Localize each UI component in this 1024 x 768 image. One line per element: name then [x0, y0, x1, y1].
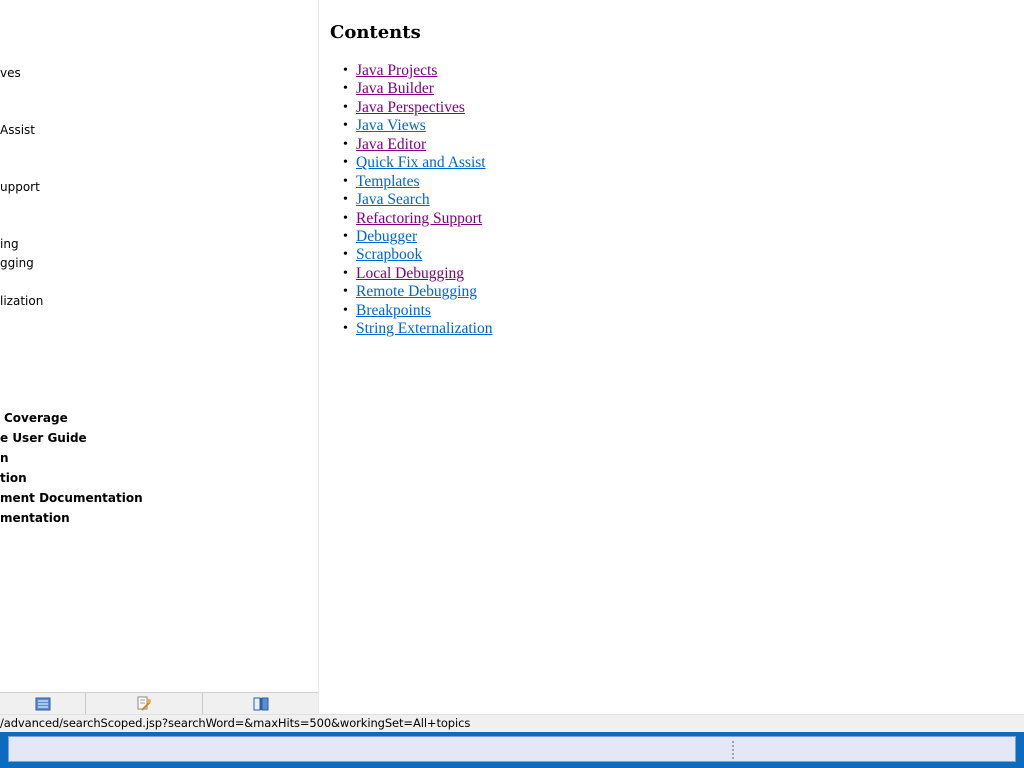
list-item: Breakpoints — [343, 302, 492, 321]
taskbar-grip-handle[interactable] — [732, 741, 734, 759]
contents-list: Java Projects Java Builder Java Perspect… — [343, 62, 492, 339]
topic-link[interactable]: Scrapbook — [356, 246, 422, 263]
list-item: Remote Debugging — [343, 283, 492, 302]
list-item: Java Search — [343, 191, 492, 210]
toc-book[interactable]: n — [0, 451, 9, 465]
toc-item[interactable]: Assist — [0, 123, 35, 137]
list-item: Java Projects — [343, 62, 492, 81]
toc-book[interactable]: ment Documentation — [0, 491, 143, 505]
topic-link[interactable]: Java Perspectives — [356, 99, 465, 116]
toc-item[interactable]: upport — [0, 180, 40, 194]
topic-link[interactable]: Breakpoints — [356, 302, 431, 319]
list-item: Java Views — [343, 117, 492, 136]
list-item: String Externalization — [343, 320, 492, 339]
page-title: Contents — [330, 22, 421, 43]
topic-link[interactable]: Debugger — [356, 228, 417, 245]
status-bar: /advanced/searchScoped.jsp?searchWord=&m… — [0, 714, 1024, 732]
list-item: Local Debugging — [343, 265, 492, 284]
status-url-text: /advanced/searchScoped.jsp?searchWord=&m… — [0, 716, 471, 730]
toc-toolbar — [0, 692, 318, 714]
topic-link[interactable]: Quick Fix and Assist — [356, 154, 486, 171]
content-pane: Contents Java Projects Java Builder Java… — [320, 0, 1024, 714]
topic-link[interactable]: Java Projects — [356, 62, 437, 79]
topic-link[interactable]: String Externalization — [356, 320, 492, 337]
list-item: Quick Fix and Assist — [343, 154, 492, 173]
toc-item[interactable]: ing — [0, 237, 19, 251]
list-item: Refactoring Support — [343, 210, 492, 229]
toc-item[interactable]: ves — [0, 66, 21, 80]
topic-link[interactable]: Java Search — [356, 191, 430, 208]
list-item: Scrapbook — [343, 246, 492, 265]
bookmarks-icon — [253, 697, 269, 710]
topic-link[interactable]: Remote Debugging — [356, 283, 477, 300]
search-results-tab-button[interactable] — [86, 693, 203, 714]
toc-item[interactable]: lization — [0, 294, 43, 308]
list-item: Templates — [343, 173, 492, 192]
topic-link[interactable]: Java Builder — [356, 80, 434, 97]
taskbar — [0, 732, 1024, 768]
bookmarks-tab-button[interactable] — [203, 693, 318, 714]
topic-link[interactable]: Local Debugging — [356, 265, 464, 282]
topic-link[interactable]: Java Views — [356, 117, 426, 134]
topic-link[interactable]: Java Editor — [356, 136, 426, 153]
contents-icon — [35, 697, 50, 710]
toc-book[interactable]: mentation — [0, 511, 70, 525]
toc-book[interactable]: tion — [0, 471, 27, 485]
toc-item[interactable]: gging — [0, 256, 34, 270]
contents-tab-button[interactable] — [0, 693, 86, 714]
list-item: Java Builder — [343, 80, 492, 99]
toc-book[interactable]: Coverage — [4, 411, 68, 425]
taskbar-button-area[interactable] — [8, 736, 1016, 762]
topic-link[interactable]: Templates — [356, 173, 419, 190]
search-results-icon — [137, 696, 151, 711]
toc-pane: ves Assist upport ing gging lization Cov… — [0, 0, 319, 714]
list-item: Java Perspectives — [343, 99, 492, 118]
list-item: Debugger — [343, 228, 492, 247]
toc-book[interactable]: e User Guide — [0, 431, 87, 445]
topic-link[interactable]: Refactoring Support — [356, 210, 482, 227]
list-item: Java Editor — [343, 136, 492, 155]
